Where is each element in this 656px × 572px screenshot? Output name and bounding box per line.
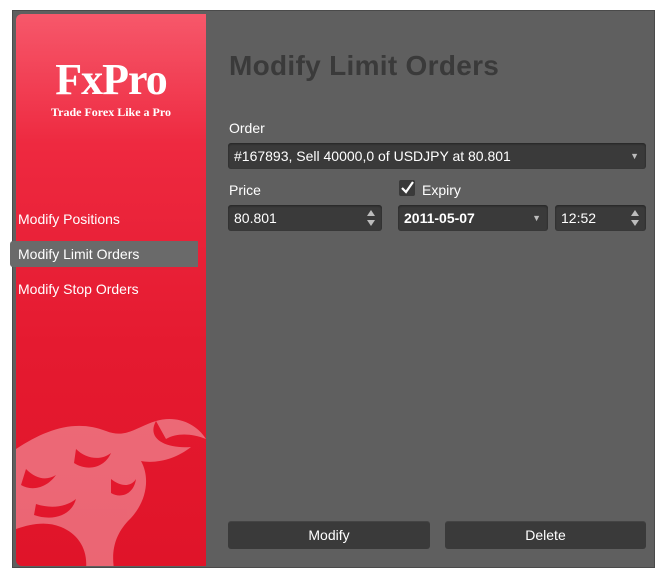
price-value: 80.801 — [234, 210, 277, 226]
expiry-checkbox[interactable] — [399, 180, 415, 196]
sidebar-item-modify-limit-orders[interactable]: Modify Limit Orders — [10, 241, 198, 267]
logo-tagline: Trade Forex Like a Pro — [51, 105, 171, 119]
expiry-time-stepper[interactable]: 12:52 — [555, 205, 646, 231]
modify-button[interactable]: Modify — [228, 521, 430, 549]
expiry-date-picker[interactable]: 2011-05-07 ▼ — [398, 205, 548, 231]
order-label: Order — [229, 120, 265, 136]
price-label: Price — [229, 182, 261, 198]
sidebar-item-modify-stop-orders[interactable]: Modify Stop Orders — [10, 276, 198, 302]
page-title: Modify Limit Orders — [229, 50, 500, 81]
price-stepper[interactable]: 80.801 — [228, 205, 382, 231]
fxpro-logo: FxPro — [55, 55, 168, 104]
expiry-label: Expiry — [422, 182, 461, 198]
delete-button[interactable]: Delete — [445, 521, 646, 549]
spinner-arrows-icon[interactable] — [367, 210, 375, 226]
bull-watermark-icon — [16, 419, 206, 566]
chevron-down-icon: ▼ — [532, 213, 541, 223]
order-select[interactable]: #167893, Sell 40000,0 of USDJPY at 80.80… — [228, 143, 646, 169]
chevron-down-icon: ▼ — [630, 151, 639, 161]
expiry-time-value: 12:52 — [561, 210, 597, 226]
order-select-value: #167893, Sell 40000,0 of USDJPY at 80.80… — [234, 148, 511, 164]
checkmark-icon — [401, 181, 414, 194]
spinner-arrows-icon[interactable] — [631, 210, 639, 226]
expiry-date-value: 2011-05-07 — [404, 210, 475, 226]
sidebar-item-modify-positions[interactable]: Modify Positions — [10, 206, 198, 232]
